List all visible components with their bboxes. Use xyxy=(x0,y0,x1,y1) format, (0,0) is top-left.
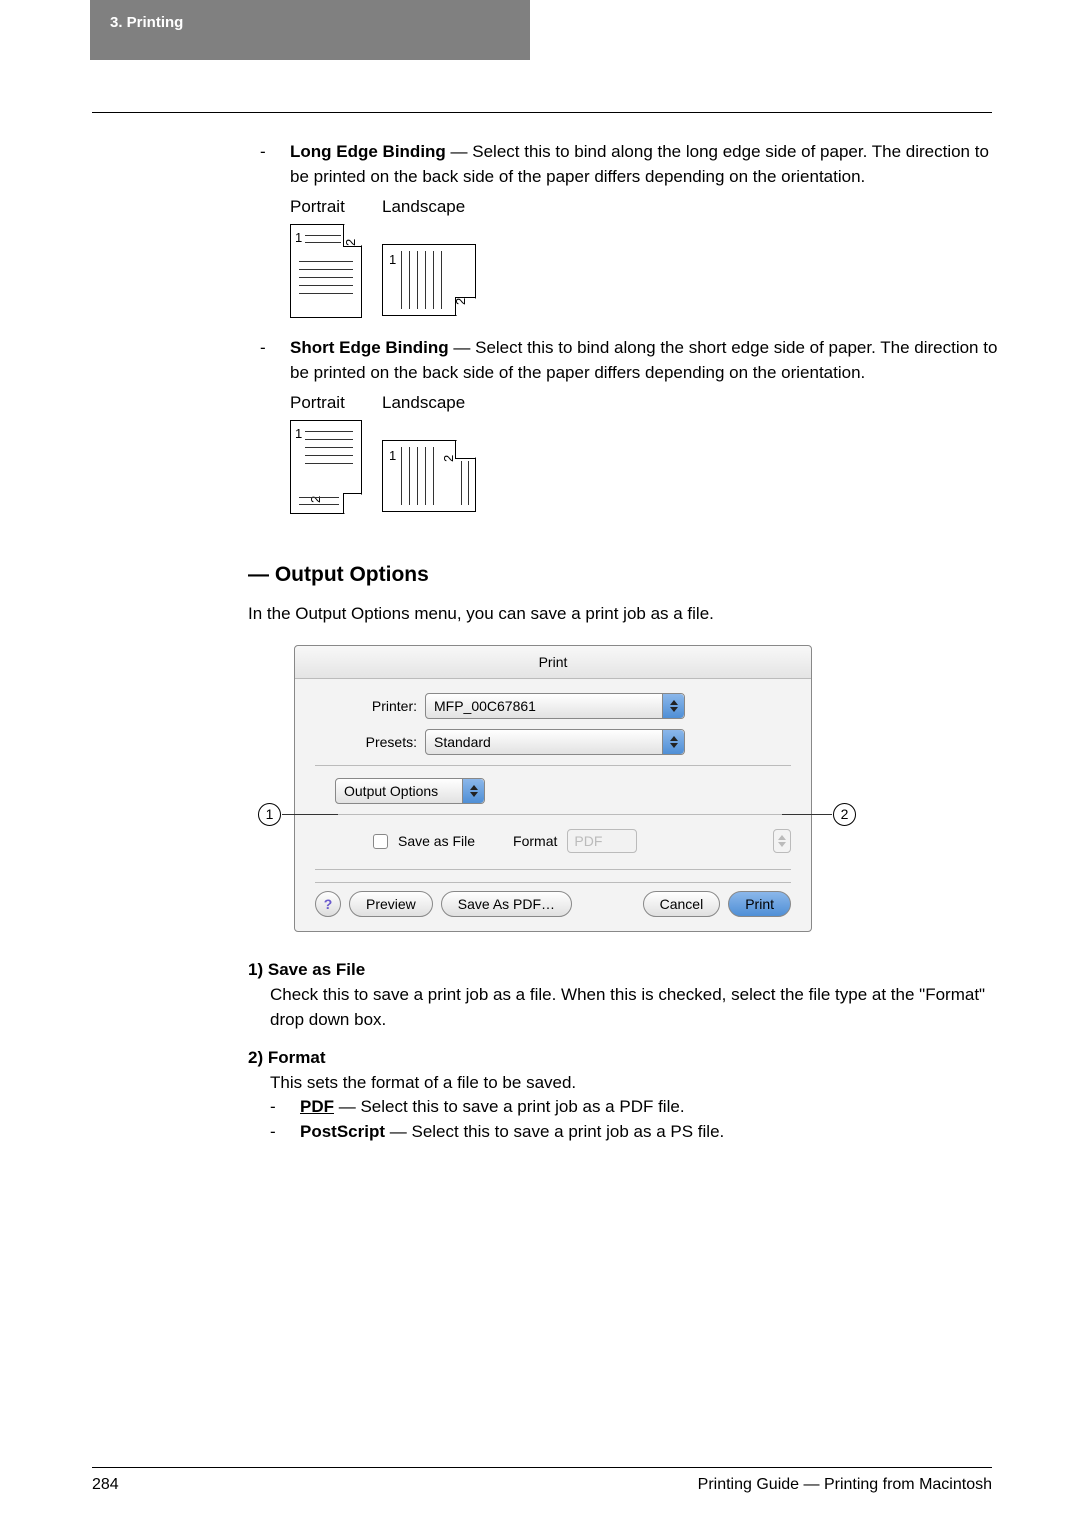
ps-label: PostScript xyxy=(300,1122,385,1141)
format-label: Format xyxy=(513,831,557,851)
callout-1: 1 xyxy=(258,803,281,826)
dialog-title: Print xyxy=(295,646,811,679)
footer-rule xyxy=(92,1467,992,1468)
numbered-list: 1) Save as File Check this to save a pri… xyxy=(248,958,1000,1144)
landscape-label-2: Landscape xyxy=(382,391,476,416)
format-arrows-icon xyxy=(773,829,791,853)
save-as-pdf-button[interactable]: Save As PDF… xyxy=(441,891,572,917)
portrait-label: Portrait xyxy=(290,195,362,220)
item1-title: Save as File xyxy=(268,960,365,979)
select-arrows-icon xyxy=(662,694,684,718)
dash: - xyxy=(270,1120,300,1145)
presets-value: Standard xyxy=(434,732,491,752)
format-select[interactable]: PDF xyxy=(567,829,637,853)
short-edge-landscape-diagram: 1 2 xyxy=(382,440,476,512)
panel-select[interactable]: Output Options xyxy=(335,778,485,804)
top-rule xyxy=(92,112,992,113)
pdf-desc: — Select this to save a print job as a P… xyxy=(334,1097,685,1116)
cancel-button[interactable]: Cancel xyxy=(643,891,721,917)
format-value: PDF xyxy=(574,831,602,851)
item1-num: 1) xyxy=(248,960,263,979)
dash: - xyxy=(260,140,290,189)
page-header-tab: 3. Printing xyxy=(90,0,530,60)
presets-select[interactable]: Standard xyxy=(425,729,685,755)
divider xyxy=(315,869,791,870)
callout-line-1 xyxy=(282,814,338,815)
panel-value: Output Options xyxy=(344,781,438,801)
bullet-short-edge: - Short Edge Binding — Select this to bi… xyxy=(260,336,1000,385)
short-edge-portrait-diagram: 1 2 xyxy=(290,420,362,514)
callout-line-2 xyxy=(782,814,832,815)
printer-label: Printer: xyxy=(315,696,425,716)
item1-body: Check this to save a print job as a file… xyxy=(270,983,1000,1032)
preview-button[interactable]: Preview xyxy=(349,891,433,917)
page-number: 284 xyxy=(92,1473,119,1496)
long-edge-portrait-diagram: 1 2 xyxy=(290,224,362,318)
short-edge-title: Short Edge Binding xyxy=(290,338,449,357)
save-as-file-label: Save as File xyxy=(398,831,475,851)
portrait-label-2: Portrait xyxy=(290,391,362,416)
long-edge-title: Long Edge Binding xyxy=(290,142,446,161)
ps-desc: — Select this to save a print job as a P… xyxy=(385,1122,724,1141)
header-text: 3. Printing xyxy=(110,14,183,31)
item2-body: This sets the format of a file to be sav… xyxy=(270,1071,1000,1096)
print-dialog-figure: 1 2 Print Printer: MFP_00C67861 Presets:… xyxy=(266,645,826,932)
divider xyxy=(315,814,791,815)
callout-2: 2 xyxy=(833,803,856,826)
dash: - xyxy=(270,1095,300,1120)
save-as-file-checkbox[interactable] xyxy=(373,834,388,849)
presets-label: Presets: xyxy=(315,732,425,752)
item2-num: 2) xyxy=(248,1048,263,1067)
short-edge-orientations: Portrait 1 2 Landscape 1 2 xyxy=(260,391,1000,514)
landscape-label: Landscape xyxy=(382,195,476,220)
print-dialog: Print Printer: MFP_00C67861 Presets: Sta… xyxy=(294,645,812,932)
select-arrows-icon xyxy=(662,730,684,754)
output-options-intro: In the Output Options menu, you can save… xyxy=(248,602,1000,627)
output-options-heading: — Output Options xyxy=(248,560,1000,590)
select-arrows-icon xyxy=(462,779,484,803)
help-button[interactable]: ? xyxy=(315,891,341,917)
bullet-long-edge: - Long Edge Binding — Select this to bin… xyxy=(260,140,1000,189)
divider xyxy=(315,765,791,766)
dash: - xyxy=(260,336,290,385)
long-edge-orientations: Portrait 1 2 Landscape 1 xyxy=(260,195,1000,318)
print-button[interactable]: Print xyxy=(728,891,791,917)
pdf-label: PDF xyxy=(300,1097,334,1116)
printer-value: MFP_00C67861 xyxy=(434,696,536,716)
long-edge-landscape-diagram: 1 2 xyxy=(382,244,476,316)
item2-title: Format xyxy=(268,1048,326,1067)
printer-select[interactable]: MFP_00C67861 xyxy=(425,693,685,719)
footer-right: Printing Guide — Printing from Macintosh xyxy=(698,1473,992,1496)
